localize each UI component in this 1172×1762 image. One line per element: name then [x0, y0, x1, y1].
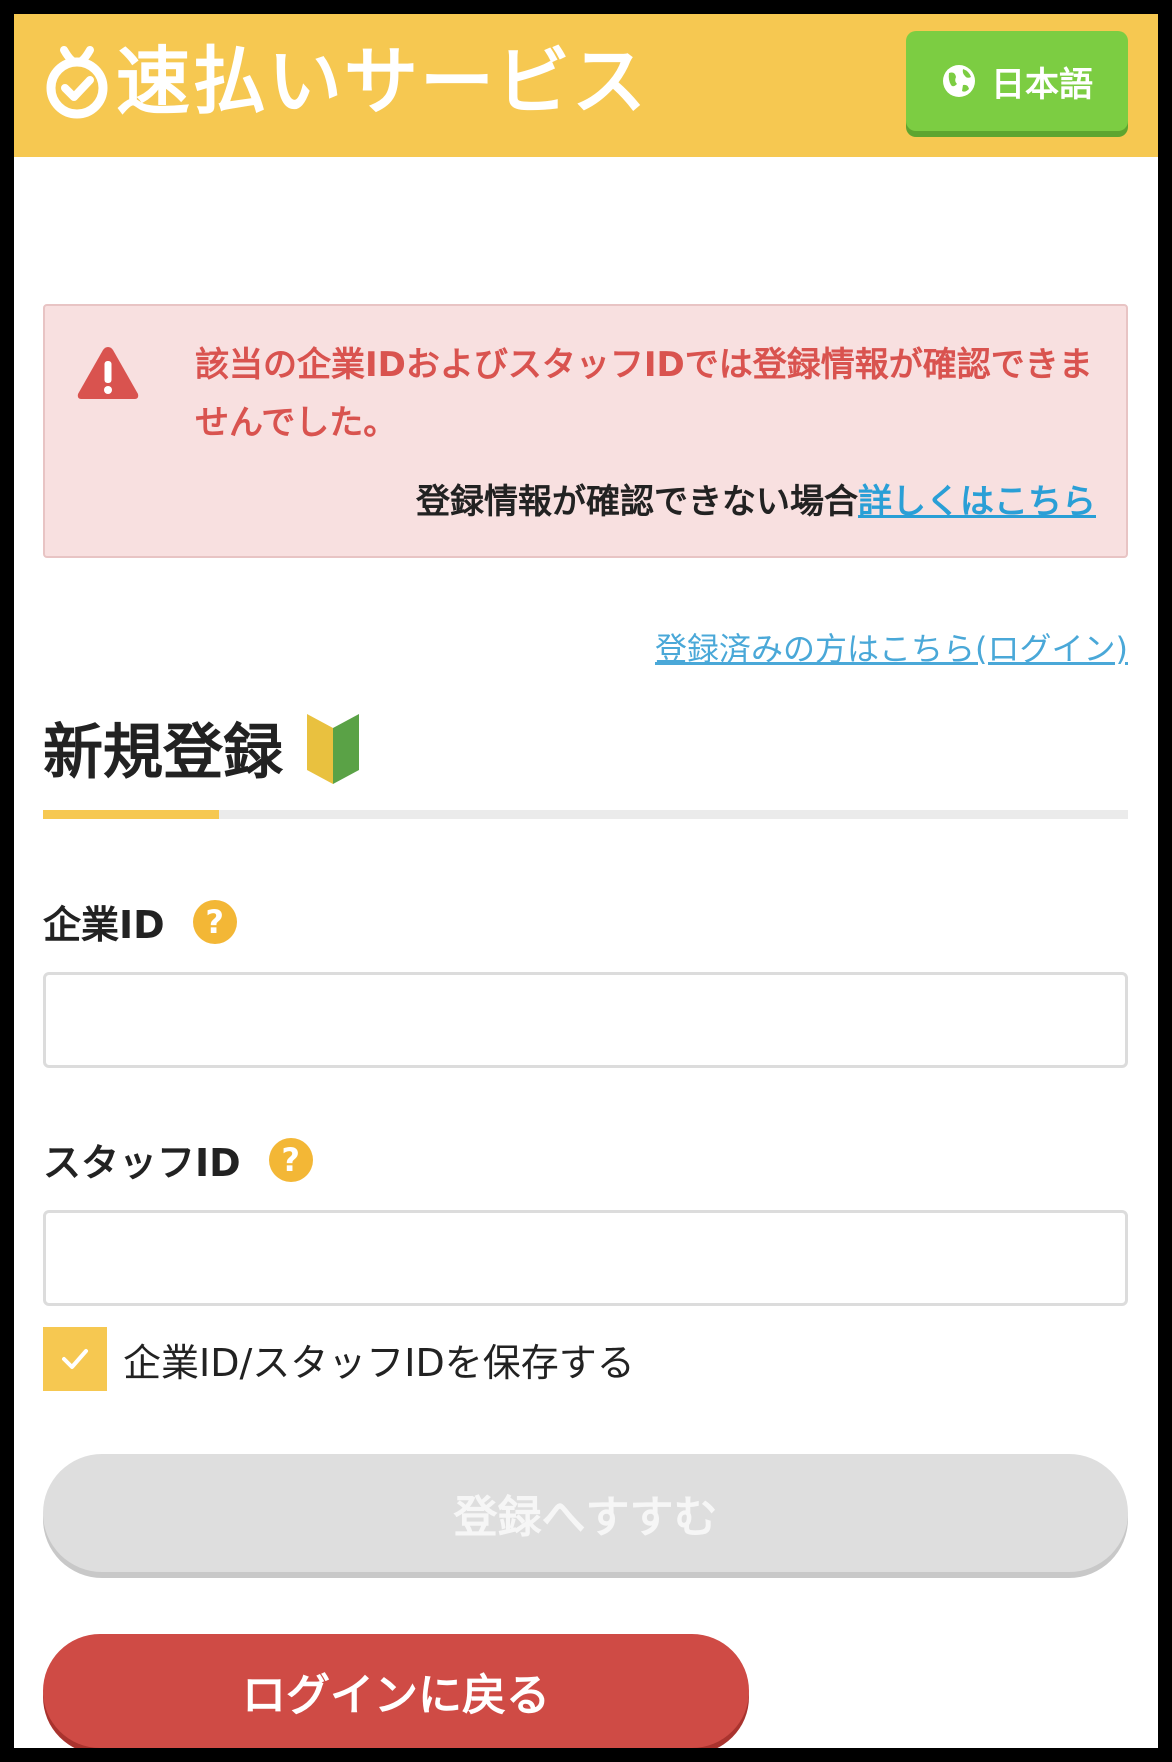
company-id-input[interactable]: [43, 972, 1128, 1068]
header: 速払いサービス 日本語: [14, 14, 1158, 157]
language-label: 日本語: [991, 64, 1093, 105]
stopwatch-check-icon: [46, 46, 108, 119]
warning-icon: [77, 347, 139, 399]
save-ids-option[interactable]: 企業ID/スタッフIDを保存する: [43, 1327, 635, 1391]
staff-id-label: スタッフID ?: [43, 1132, 313, 1187]
language-button[interactable]: 日本語: [906, 31, 1128, 131]
registered-login-link[interactable]: 登録済みの方はこちら(ログイン): [655, 624, 1128, 670]
company-id-label: 企業ID ?: [43, 894, 237, 949]
service-name: 速払いサービス: [116, 39, 648, 125]
beginner-mark-icon: [307, 713, 359, 784]
staff-id-help-icon[interactable]: ?: [268, 1137, 313, 1182]
section-title: 新規登録: [43, 704, 361, 791]
details-link[interactable]: 詳しくはこちら: [858, 482, 1096, 522]
back-to-login-button[interactable]: ログインに戻る: [43, 1634, 749, 1748]
page-title: 新規登録: [43, 718, 283, 788]
company-id-help-icon[interactable]: ?: [192, 899, 237, 944]
checkmark-icon: [62, 1349, 88, 1369]
alert-message: 該当の企業IDおよびスタッフIDでは登録情報が確認できませんでした。: [195, 345, 1093, 443]
alert-help: 登録情報が確認できない場合詳しくはこちら: [416, 474, 1096, 523]
save-ids-checkbox[interactable]: [43, 1327, 107, 1391]
section-divider-accent: [43, 810, 219, 819]
company-id-label-text: 企業ID: [43, 903, 165, 947]
section-divider: [43, 810, 1128, 819]
app-frame: 速払いサービス 日本語 該当の企業IDおよびスタッフIDでは登録情報が確認できま…: [14, 14, 1158, 1748]
save-ids-label: 企業ID/スタッフIDを保存する: [123, 1340, 635, 1385]
logo[interactable]: 速払いサービス: [42, 42, 648, 122]
proceed-to-registration-button[interactable]: 登録へすすむ: [43, 1454, 1128, 1572]
error-alert: 該当の企業IDおよびスタッフIDでは登録情報が確認できませんでした。 登録情報が…: [43, 304, 1128, 558]
staff-id-input[interactable]: [43, 1210, 1128, 1306]
globe-icon: [943, 65, 975, 97]
staff-id-label-text: スタッフID: [43, 1141, 241, 1185]
alert-help-text: 登録情報が確認できない場合: [416, 482, 858, 522]
